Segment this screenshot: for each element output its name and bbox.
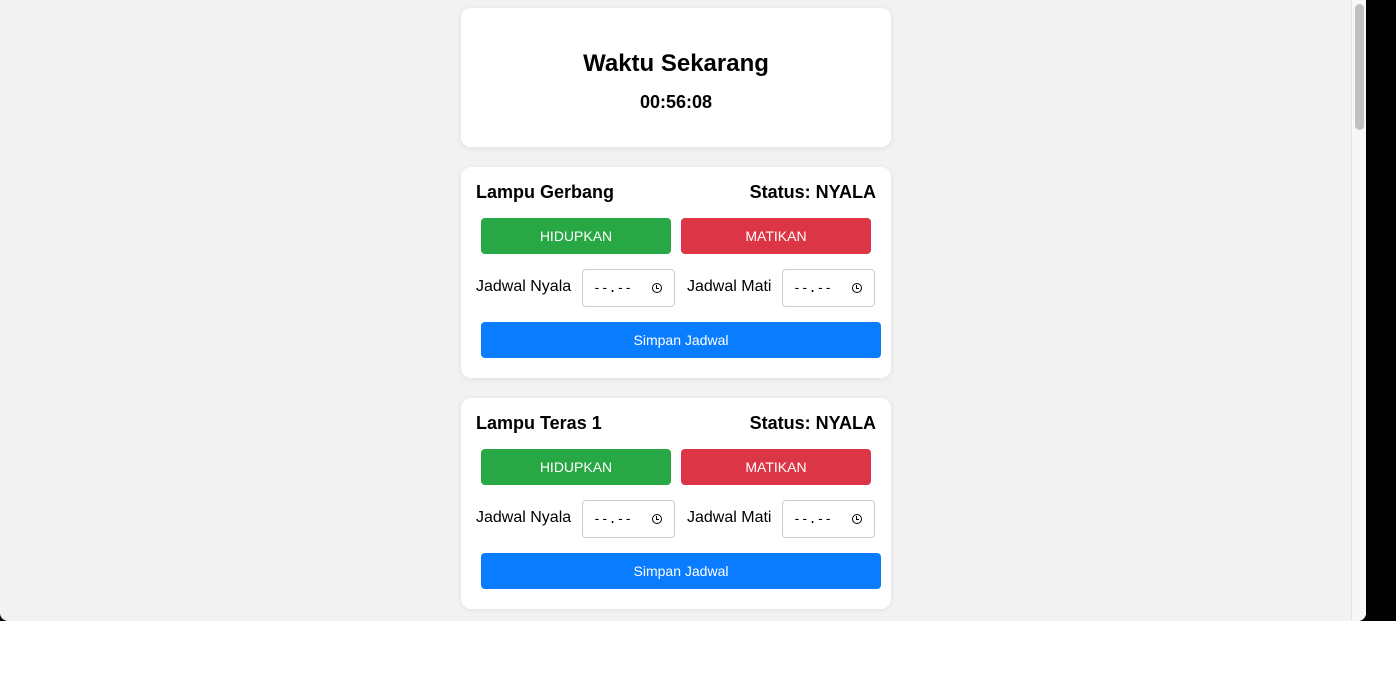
clock-time: 00:56:08 bbox=[639, 92, 713, 112]
lamp-name: Lampu Gerbang bbox=[476, 182, 615, 202]
schedule-on-time-input[interactable]: --.-- bbox=[582, 500, 675, 538]
schedule-off-time-value: --.-- bbox=[793, 511, 833, 527]
clock-icon[interactable] bbox=[852, 514, 862, 524]
schedule-off-time-input[interactable]: --.-- bbox=[782, 269, 875, 307]
lamp-card-gerbang: Lampu Gerbang Status: NYALA HIDUPKAN MAT… bbox=[461, 167, 891, 378]
clock-icon[interactable] bbox=[652, 514, 662, 524]
turn-on-button[interactable]: HIDUPKAN bbox=[481, 449, 671, 485]
clock-title: Waktu Sekarang bbox=[583, 50, 769, 77]
schedule-on-label: Jadwal Nyala bbox=[476, 509, 572, 526]
turn-off-button[interactable]: MATIKAN bbox=[681, 449, 871, 485]
schedule-on-label: Jadwal Nyala bbox=[476, 278, 572, 295]
schedule-on-time-input[interactable]: --.-- bbox=[582, 269, 675, 307]
save-schedule-button[interactable]: Simpan Jadwal bbox=[481, 322, 881, 358]
scrollbar-thumb[interactable] bbox=[1355, 4, 1364, 130]
lamp-card-teras-1: Lampu Teras 1 Status: NYALA HIDUPKAN MAT… bbox=[461, 398, 891, 609]
schedule-on-time-value: --.-- bbox=[593, 280, 633, 296]
clock-icon[interactable] bbox=[652, 283, 662, 293]
schedule-on-time-value: --.-- bbox=[593, 511, 633, 527]
schedule-off-time-input[interactable]: --.-- bbox=[782, 500, 875, 538]
schedule-off-label: Jadwal Mati bbox=[687, 278, 772, 295]
vertical-scrollbar[interactable] bbox=[1351, 0, 1366, 621]
clock-card: Waktu Sekarang 00:56:08 bbox=[461, 8, 891, 147]
clock-icon[interactable] bbox=[852, 283, 862, 293]
turn-off-button[interactable]: MATIKAN bbox=[681, 218, 871, 254]
lamp-name: Lampu Teras 1 bbox=[476, 413, 602, 433]
turn-on-button[interactable]: HIDUPKAN bbox=[481, 218, 671, 254]
schedule-off-label: Jadwal Mati bbox=[687, 509, 772, 526]
save-schedule-button[interactable]: Simpan Jadwal bbox=[481, 553, 881, 589]
page-viewport: Waktu Sekarang 00:56:08 Lampu Gerbang St… bbox=[0, 0, 1366, 621]
window-edge bbox=[1366, 621, 1396, 677]
below-viewport-area bbox=[0, 621, 1366, 677]
lamp-status: Status: NYALA bbox=[749, 182, 876, 202]
schedule-off-time-value: --.-- bbox=[793, 280, 833, 296]
lamp-status: Status: NYALA bbox=[749, 413, 876, 433]
